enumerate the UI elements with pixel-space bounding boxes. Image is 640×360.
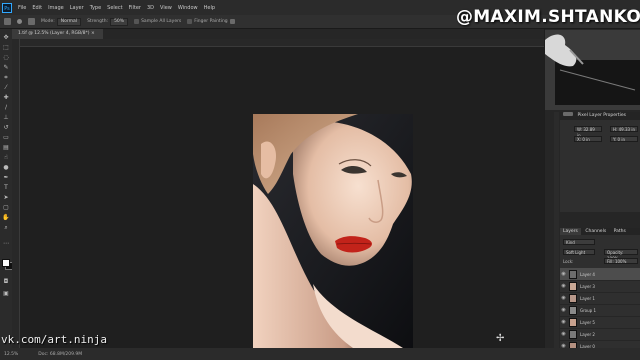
zoom-tool-icon[interactable]: ⌕ bbox=[2, 225, 10, 231]
gradient-tool-icon[interactable]: ▤ bbox=[2, 145, 10, 151]
strength-label: Strength: bbox=[87, 19, 109, 24]
eyedropper-tool-icon[interactable]: ⁄ bbox=[2, 85, 10, 91]
blend-mode-select[interactable]: Soft Light bbox=[563, 249, 595, 255]
visibility-eye-icon[interactable]: ◉ bbox=[560, 319, 567, 325]
move-tool-icon[interactable]: ✥ bbox=[2, 35, 10, 41]
menu-window[interactable]: Window bbox=[175, 5, 201, 11]
menu-filter[interactable]: Filter bbox=[126, 5, 144, 11]
lock-label: Lock: bbox=[563, 259, 574, 264]
tab-layers[interactable]: Layers bbox=[560, 228, 581, 235]
document-tab[interactable]: 1.tif @ 12.5% (Layer 4, RGB/8*) × bbox=[12, 29, 103, 39]
mode-select[interactable]: Normal bbox=[56, 17, 82, 26]
layer-name: Group 1 bbox=[580, 307, 596, 313]
properties-title: Pixel Layer Properties bbox=[577, 113, 626, 118]
properties-panel: Pixel Layer Properties W: 32.89 in H: 49… bbox=[560, 112, 640, 212]
crop-tool-icon[interactable]: ⌗ bbox=[2, 75, 10, 81]
history-brush-tool-icon[interactable]: ↺ bbox=[2, 125, 10, 131]
menu-image[interactable]: Image bbox=[45, 5, 67, 11]
horizontal-ruler[interactable] bbox=[12, 39, 544, 47]
menu-3d[interactable]: 3D bbox=[144, 5, 157, 11]
finger-painting-checkbox[interactable] bbox=[187, 19, 193, 24]
hand-tool-icon[interactable]: ✋ bbox=[2, 215, 10, 221]
layer-thumbnail bbox=[569, 329, 577, 339]
layer-name: Layer 5 bbox=[580, 319, 595, 325]
pixel-layer-icon bbox=[563, 112, 573, 116]
portrait-photo[interactable] bbox=[253, 114, 413, 348]
brush-tool-icon[interactable]: ∕ bbox=[2, 105, 10, 111]
healing-tool-icon[interactable]: ✚ bbox=[2, 95, 10, 101]
y-field[interactable]: Y: 0 in bbox=[610, 136, 638, 142]
clone-stamp-tool-icon[interactable]: ⊥ bbox=[2, 115, 10, 121]
document-size: Doc: 68.8M/209.9M bbox=[38, 351, 83, 357]
vertical-ruler[interactable] bbox=[12, 39, 20, 348]
zoom-level[interactable]: 12.5% bbox=[4, 352, 18, 357]
type-tool-icon[interactable]: T bbox=[2, 185, 10, 191]
dodge-tool-icon[interactable]: ● bbox=[2, 165, 10, 171]
watermark-site: vk.com/art.ninja bbox=[1, 333, 107, 346]
foreground-color-swatch[interactable] bbox=[2, 259, 10, 267]
path-select-tool-icon[interactable]: ➤ bbox=[2, 195, 10, 201]
fill-field[interactable]: Fill: 100% bbox=[604, 258, 638, 264]
layer-filter-kind[interactable]: Kind bbox=[563, 239, 595, 245]
menu-select[interactable]: Select bbox=[104, 5, 125, 11]
finger-painting-label: Finger Painting bbox=[194, 19, 228, 24]
layers-panel: Layers Channels Paths Kind Soft Light Op… bbox=[560, 228, 640, 353]
webcam-image bbox=[545, 30, 640, 110]
marquee-tool-icon[interactable]: ⬚ bbox=[2, 45, 10, 51]
visibility-eye-icon[interactable]: ◉ bbox=[560, 283, 567, 289]
tab-paths[interactable]: Paths bbox=[611, 229, 629, 234]
tab-channels[interactable]: Channels bbox=[582, 229, 609, 234]
lasso-tool-icon[interactable]: ◌ bbox=[2, 55, 10, 61]
menu-help[interactable]: Help bbox=[201, 5, 218, 11]
menu-edit[interactable]: Edit bbox=[29, 5, 45, 11]
status-bar: 12.5% Doc: 68.8M/209.9M bbox=[0, 348, 640, 360]
visibility-eye-icon[interactable]: ◉ bbox=[560, 331, 567, 337]
panel-dock-strip bbox=[554, 112, 559, 348]
folder-icon bbox=[569, 305, 577, 315]
smudge-tool-icon[interactable]: ☝ bbox=[2, 155, 10, 161]
width-field[interactable]: W: 32.89 in bbox=[574, 126, 602, 138]
watermark-author: @MAXIM.SHTANKO bbox=[456, 7, 640, 27]
strength-input[interactable]: 50% bbox=[110, 17, 129, 26]
brush-panel-icon[interactable] bbox=[28, 18, 35, 25]
visibility-eye-icon[interactable]: ◉ bbox=[560, 307, 567, 313]
document-tab-bar: 1.tif @ 12.5% (Layer 4, RGB/8*) × bbox=[12, 29, 544, 39]
quick-select-tool-icon[interactable]: ✎ bbox=[2, 65, 10, 71]
layer-name: Layer 2 bbox=[580, 331, 595, 337]
portrait-image bbox=[253, 114, 413, 348]
photoshop-logo: Ps bbox=[2, 2, 12, 13]
layer-thumbnail bbox=[569, 269, 577, 279]
more-tools-icon[interactable]: ⋯ bbox=[2, 241, 10, 247]
quick-mask-icon[interactable]: ◘ bbox=[2, 279, 10, 285]
opacity-field[interactable]: Opacity: 100% bbox=[604, 249, 638, 261]
visibility-eye-icon[interactable]: ◉ bbox=[560, 295, 567, 301]
visibility-eye-icon[interactable]: ◉ bbox=[560, 271, 567, 277]
layer-name: Layer 3 bbox=[580, 283, 595, 289]
webcam-overlay bbox=[545, 30, 640, 110]
smudge-tool-icon[interactable] bbox=[4, 18, 11, 25]
shape-tool-icon[interactable]: ▢ bbox=[2, 205, 10, 211]
pressure-icon[interactable] bbox=[229, 19, 235, 24]
mode-label: Mode: bbox=[41, 19, 55, 24]
menu-view[interactable]: View bbox=[157, 5, 175, 11]
pen-tool-icon[interactable]: ✒ bbox=[2, 175, 10, 181]
menu-layer[interactable]: Layer bbox=[67, 5, 87, 11]
screen-mode-icon[interactable]: ▣ bbox=[2, 291, 10, 297]
layer-thumbnail bbox=[569, 293, 577, 303]
layer-name: Layer 4 bbox=[580, 271, 595, 277]
menu-type[interactable]: Type bbox=[87, 5, 104, 11]
layer-name: Layer 1 bbox=[580, 295, 595, 301]
brush-preset-icon[interactable] bbox=[17, 19, 22, 24]
sample-all-checkbox[interactable] bbox=[134, 19, 140, 24]
x-field[interactable]: X: 0 in bbox=[574, 136, 602, 142]
eraser-tool-icon[interactable]: ▭ bbox=[2, 135, 10, 141]
layer-thumbnail bbox=[569, 281, 577, 291]
height-field[interactable]: H: 49.33 in bbox=[610, 126, 638, 132]
menu-file[interactable]: File bbox=[15, 5, 29, 11]
tools-panel: ✥ ⬚ ◌ ✎ ⌗ ⁄ ✚ ∕ ⊥ ↺ ▭ ▤ ☝ ● ✒ T ➤ ▢ ✋ ⌕ … bbox=[0, 29, 13, 348]
cursor-icon: ✢ bbox=[496, 333, 505, 344]
sample-all-label: Sample All Layers bbox=[141, 19, 182, 24]
layer-thumbnail bbox=[569, 317, 577, 327]
